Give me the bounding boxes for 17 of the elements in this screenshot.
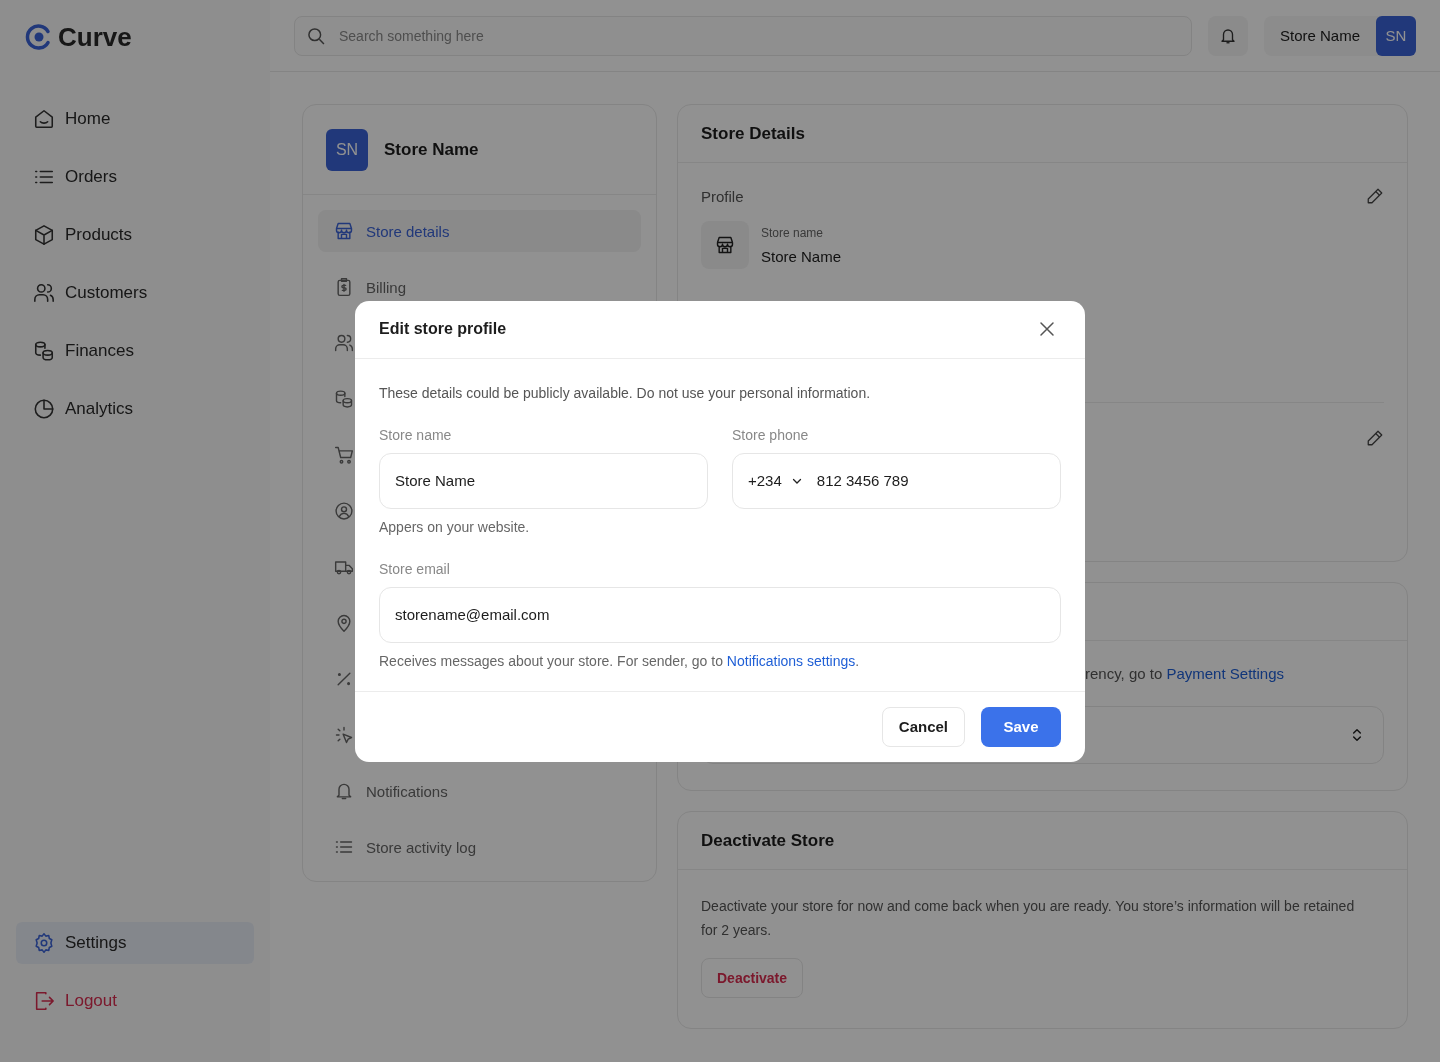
card-title: Deactivate Store	[678, 812, 1407, 870]
deactivate-description: Deactivate your store for now and come back when you are ready. You store’s information will be retained for 2 years.	[701, 897, 1356, 940]
store-avatar: SN	[326, 128, 368, 171]
brand-name: Curve	[58, 21, 132, 53]
card-title: Store Details	[678, 105, 1407, 163]
field-hint: Appers on your website.	[379, 518, 531, 535]
field-label: Store phone	[732, 426, 810, 443]
field-value: Store Name	[761, 247, 842, 265]
dialog-description: These details could be publicly available. Do not use your personal information.	[379, 384, 872, 401]
field-hint: Receives messages about your store. For sender, go to Notifications settings.	[379, 652, 861, 669]
dialog-title: Edit store profile	[379, 320, 507, 338]
field-label: Store email	[379, 560, 451, 577]
store-name: Store Name	[384, 139, 479, 160]
field-label: Store name	[761, 225, 825, 240]
account-name: Store Name	[1279, 27, 1360, 44]
section-heading: Profile	[701, 187, 744, 205]
field-label: Store name	[379, 426, 453, 443]
